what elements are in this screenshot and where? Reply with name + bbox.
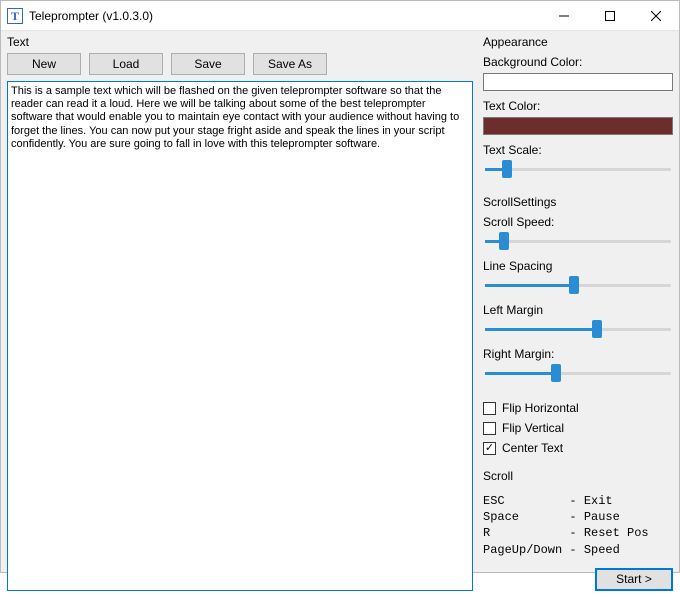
- right-margin-slider[interactable]: [483, 363, 673, 383]
- keyboard-shortcuts: ESC - Exit Space - Pause R - Reset Pos P…: [483, 493, 673, 558]
- appearance-section-label: Appearance: [483, 35, 673, 49]
- bg-color-swatch[interactable]: [483, 73, 673, 91]
- scroll-help-label: Scroll: [483, 469, 673, 483]
- load-button[interactable]: Load: [89, 53, 163, 75]
- close-button[interactable]: [633, 1, 679, 31]
- script-textarea[interactable]: [7, 81, 473, 591]
- flip-vertical-label: Flip Vertical: [502, 421, 564, 435]
- flip-vertical-checkbox[interactable]: Flip Vertical: [483, 421, 673, 435]
- new-button[interactable]: New: [7, 53, 81, 75]
- right-margin-label: Right Margin:: [483, 347, 673, 361]
- scroll-speed-label: Scroll Speed:: [483, 215, 673, 229]
- app-icon: T: [7, 8, 23, 24]
- center-text-checkbox[interactable]: ✓ Center Text: [483, 441, 673, 455]
- app-window: T Teleprompter (v1.0.3.0) Text New Load …: [0, 0, 680, 573]
- left-margin-slider[interactable]: [483, 319, 673, 339]
- maximize-icon: [605, 11, 615, 21]
- save-as-button[interactable]: Save As: [253, 53, 327, 75]
- window-title: Teleprompter (v1.0.3.0): [29, 9, 153, 23]
- scroll-speed-slider[interactable]: [483, 231, 673, 251]
- text-panel: Text New Load Save Save As: [7, 35, 473, 591]
- text-section-label: Text: [7, 35, 473, 49]
- flip-horizontal-label: Flip Horizontal: [502, 401, 579, 415]
- close-icon: [651, 11, 661, 21]
- bg-color-label: Background Color:: [483, 55, 673, 69]
- checkbox-icon: [483, 422, 496, 435]
- text-toolbar: New Load Save Save As: [7, 53, 473, 75]
- left-margin-label: Left Margin: [483, 303, 673, 317]
- client-area: Text New Load Save Save As Appearance Ba…: [1, 31, 679, 597]
- minimize-icon: [559, 11, 569, 21]
- maximize-button[interactable]: [587, 1, 633, 31]
- checkbox-icon: ✓: [483, 442, 496, 455]
- text-scale-label: Text Scale:: [483, 143, 673, 157]
- checkbox-icon: [483, 402, 496, 415]
- text-color-swatch[interactable]: [483, 117, 673, 135]
- text-color-label: Text Color:: [483, 99, 673, 113]
- line-spacing-slider[interactable]: [483, 275, 673, 295]
- text-scale-slider[interactable]: [483, 159, 673, 179]
- minimize-button[interactable]: [541, 1, 587, 31]
- start-button[interactable]: Start >: [595, 568, 673, 591]
- center-text-label: Center Text: [502, 441, 563, 455]
- settings-panel: Appearance Background Color: Text Color:…: [483, 35, 673, 591]
- save-button[interactable]: Save: [171, 53, 245, 75]
- line-spacing-label: Line Spacing: [483, 259, 673, 273]
- titlebar: T Teleprompter (v1.0.3.0): [1, 1, 679, 31]
- flip-horizontal-checkbox[interactable]: Flip Horizontal: [483, 401, 673, 415]
- scroll-settings-label: ScrollSettings: [483, 195, 673, 209]
